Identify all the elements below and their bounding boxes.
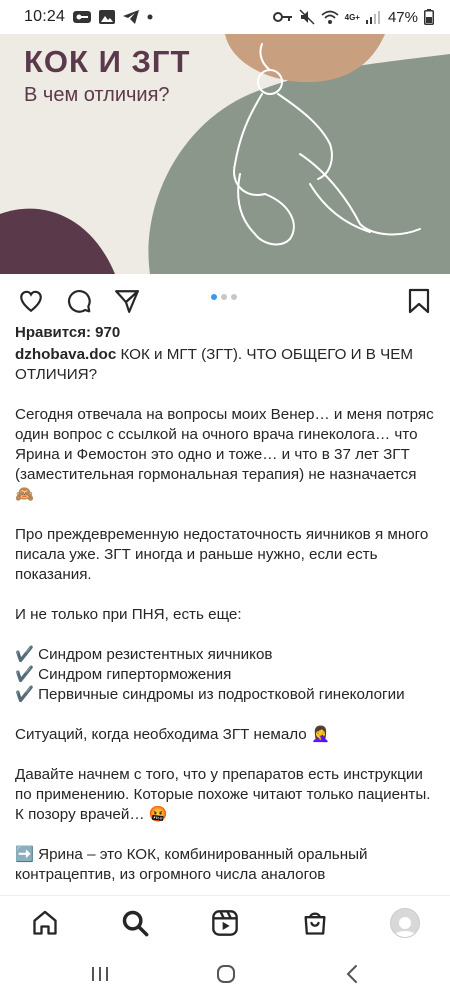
caption-list-item: ✔️ Синдром гиперторможения (15, 666, 232, 683)
back-icon (346, 965, 357, 983)
dot-icon (147, 14, 153, 20)
send-icon (115, 290, 139, 313)
status-bar: 10:24 4G+ 47% (0, 0, 450, 34)
bookmark-icon (408, 288, 430, 314)
caption-paragraph: Сегодня отвечала на вопросы моих Венер… … (15, 406, 434, 503)
caption-list-item: ✔️ Первичные синдромы из подростковой ги… (15, 686, 405, 703)
nav-search[interactable] (120, 908, 150, 938)
nav-profile[interactable] (390, 908, 420, 938)
share-button[interactable] (112, 286, 142, 316)
search-icon (122, 910, 149, 937)
carousel-dot (211, 294, 217, 300)
nav-reels[interactable] (210, 908, 240, 938)
home-system-button[interactable] (214, 962, 238, 986)
caption-paragraph: Про преждевременную недостаточность яичн… (15, 526, 429, 583)
post-username[interactable]: dzhobava.doc (15, 346, 116, 363)
post-caption: dzhobava.doc КОК и МГТ (ЗГТ). ЧТО ОБЩЕГО… (15, 345, 435, 885)
reels-icon (212, 910, 238, 936)
bottom-nav (0, 895, 450, 947)
system-nav (0, 948, 450, 1000)
carousel-dot (221, 294, 227, 300)
telegram-icon (123, 10, 140, 24)
recents-icon (92, 967, 108, 981)
key-icon (272, 11, 293, 23)
caption-paragraph: И не только при ПНЯ, есть еще: (15, 606, 242, 623)
image-subtitle: В чем отличия? (24, 84, 170, 106)
key-icon (73, 10, 92, 24)
post-actions (0, 278, 450, 322)
caption-list-item: ✔️ Синдром резистентных яичников (15, 646, 273, 663)
battery-icon (424, 9, 434, 25)
carousel-dot (231, 294, 237, 300)
nav-home[interactable] (30, 908, 60, 938)
caption-paragraph: ➡️ Ярина – это КОК, комбинированный орал… (15, 846, 368, 883)
avatar-silhouette-icon (393, 917, 417, 937)
mute-icon (299, 9, 315, 25)
comment-icon (68, 290, 91, 313)
save-button[interactable] (404, 286, 434, 316)
like-button[interactable] (16, 286, 46, 316)
recents-button[interactable] (88, 962, 112, 986)
status-time: 10:24 (24, 8, 66, 25)
likes-count[interactable]: Нравится: 970 (15, 324, 120, 341)
carousel-indicator (211, 294, 237, 300)
caption-first-line: dzhobava.doc КОК и МГТ (ЗГТ). ЧТО ОБЩЕГО… (15, 345, 435, 385)
home-circle-icon (217, 965, 235, 983)
battery-percent: 47% (387, 8, 418, 26)
image-title: КОК И ЗГТ (24, 44, 191, 79)
back-button[interactable] (340, 962, 364, 986)
avatar (390, 908, 420, 938)
wifi-icon (321, 9, 339, 25)
image-icon (99, 10, 116, 24)
home-icon (33, 910, 57, 935)
post-image[interactable]: КОК И ЗГТ В чем отличия? (0, 34, 450, 274)
nav-shop[interactable] (300, 908, 330, 938)
signal-icon (365, 10, 382, 24)
shop-icon (304, 912, 326, 935)
network-type: 4G+ (344, 12, 360, 22)
caption-paragraph: Ситуаций, когда необходима ЗГТ немало 🤦‍… (15, 726, 330, 743)
comment-button[interactable] (64, 286, 94, 316)
caption-paragraph: Давайте начнем с того, что у препаратов … (15, 766, 431, 823)
heart-icon (20, 290, 42, 313)
